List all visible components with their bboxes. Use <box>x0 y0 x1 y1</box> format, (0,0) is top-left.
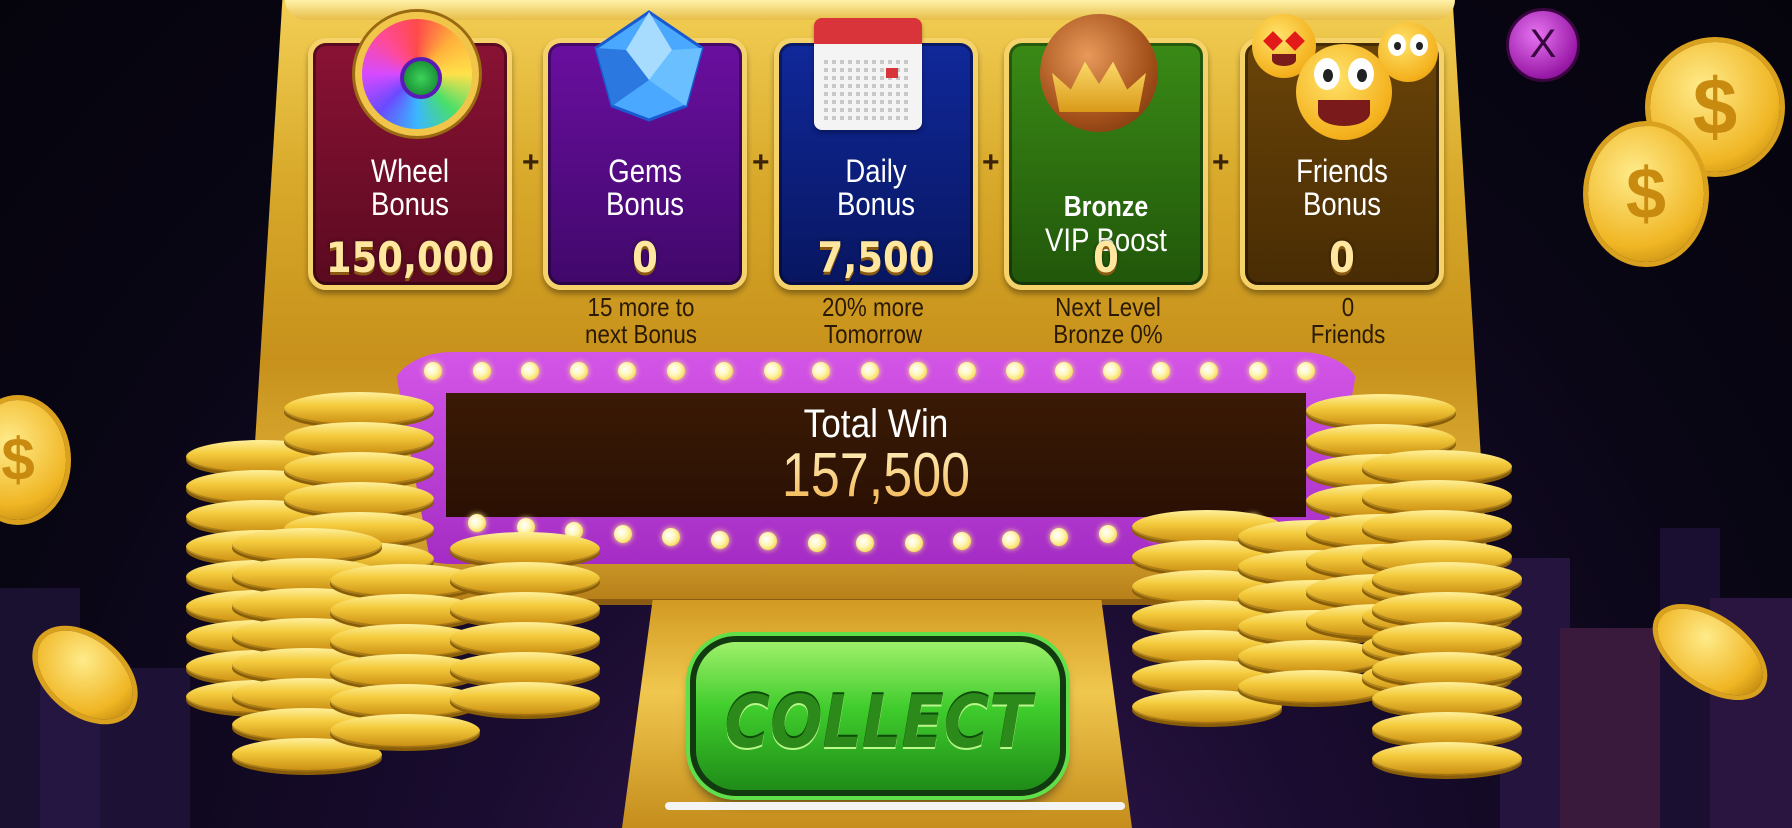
plus-sign: + <box>982 146 1000 179</box>
gem-icon <box>594 10 704 122</box>
gems-bonus-amount: 0 <box>632 233 658 282</box>
coin-stack <box>450 532 600 752</box>
total-win-amount: 157,500 <box>515 440 1237 511</box>
marquee-bulb <box>763 362 782 380</box>
marquee-bulb <box>569 362 588 380</box>
stacked-coin <box>1372 712 1522 746</box>
daily-bonus-amount: 7,500 <box>817 233 935 282</box>
marquee-bulb <box>1103 362 1121 380</box>
marquee-bulb <box>1006 362 1024 380</box>
plus-sign: + <box>522 146 540 179</box>
stacked-coin <box>1362 450 1512 484</box>
marquee-bulb <box>1098 525 1117 544</box>
marquee-bulb <box>856 534 874 552</box>
calendar-icon <box>814 18 922 130</box>
marquee-bulb <box>1248 362 1267 380</box>
plus-sign: + <box>1212 146 1230 179</box>
marquee-bulb <box>424 362 442 380</box>
coin-stack <box>1372 562 1522 812</box>
stacked-coin <box>1372 742 1522 776</box>
stacked-coin <box>284 392 434 426</box>
marquee-bulb <box>715 362 733 380</box>
stacked-coin <box>450 592 600 626</box>
marquee-bulb <box>468 514 486 532</box>
coin-icon: $ <box>1588 126 1704 262</box>
marquee-bulb <box>812 362 830 380</box>
close-button[interactable]: X <box>1506 8 1580 82</box>
laughing-emoji-icon <box>1296 44 1392 140</box>
stacked-coin <box>450 652 600 686</box>
prize-wheel-icon <box>355 12 479 136</box>
marquee-bulb <box>710 530 729 549</box>
friends-bonus-label: Friends Bonus <box>1296 153 1388 222</box>
wheel-bonus-label: Wheel Bonus <box>370 153 450 222</box>
collect-button-label: COLLECT <box>724 680 1032 764</box>
daily-bonus-label: Daily Bonus <box>836 153 916 222</box>
marquee-bulb <box>904 533 923 552</box>
marquee-bulb <box>666 362 685 380</box>
marquee-bulb <box>521 362 539 380</box>
gems-bonus-label: Gems Bonus <box>605 153 685 222</box>
marquee-bulb <box>957 362 976 380</box>
stacked-coin <box>450 532 600 566</box>
stacked-coin <box>1372 622 1522 656</box>
vip-boost-subtext: Next Level Bronze 0% <box>1053 292 1163 349</box>
marquee-bulb <box>1001 530 1020 549</box>
marquee-bulb <box>807 533 826 552</box>
marquee-bulb <box>1151 362 1170 380</box>
stacked-coin <box>1372 682 1522 716</box>
stacked-coin <box>1362 510 1512 544</box>
gems-bonus-subtext: 15 more to next Bonus <box>585 292 697 349</box>
daily-bonus-subtext: 20% more Tomorrow <box>822 292 924 349</box>
crown-icon <box>1040 14 1158 132</box>
stacked-coin <box>1372 562 1522 596</box>
coin-icon: $ <box>0 400 66 520</box>
marquee-bulb <box>1054 362 1073 380</box>
stacked-coin <box>1372 592 1522 626</box>
stacked-coin <box>450 562 600 596</box>
friends-bonus-subtext: 0 Friends <box>1310 292 1386 349</box>
marquee-bulb <box>1297 362 1315 380</box>
vip-boost-amount: 0 <box>1093 233 1119 282</box>
plus-sign: + <box>752 146 770 179</box>
stacked-coin <box>232 528 382 562</box>
home-indicator <box>665 802 1125 810</box>
marquee-bulb <box>860 362 879 380</box>
marquee-bulb <box>472 362 491 380</box>
stacked-coin <box>450 682 600 716</box>
friends-bonus-amount: 0 <box>1329 233 1355 282</box>
marquee-bulb <box>613 525 632 544</box>
stacked-coin <box>1306 394 1456 428</box>
stacked-coin <box>284 482 434 516</box>
marquee-bulb <box>1200 362 1218 380</box>
stacked-coin <box>450 622 600 656</box>
collect-button[interactable]: COLLECT <box>690 636 1066 796</box>
wheel-bonus-amount: 150,000 <box>325 233 495 282</box>
stacked-coin <box>1362 480 1512 514</box>
stacked-coin <box>1372 652 1522 686</box>
stacked-coin <box>284 452 434 486</box>
stacked-coin <box>284 422 434 456</box>
marquee-bulb <box>618 362 636 380</box>
marquee-bulb <box>909 362 927 380</box>
